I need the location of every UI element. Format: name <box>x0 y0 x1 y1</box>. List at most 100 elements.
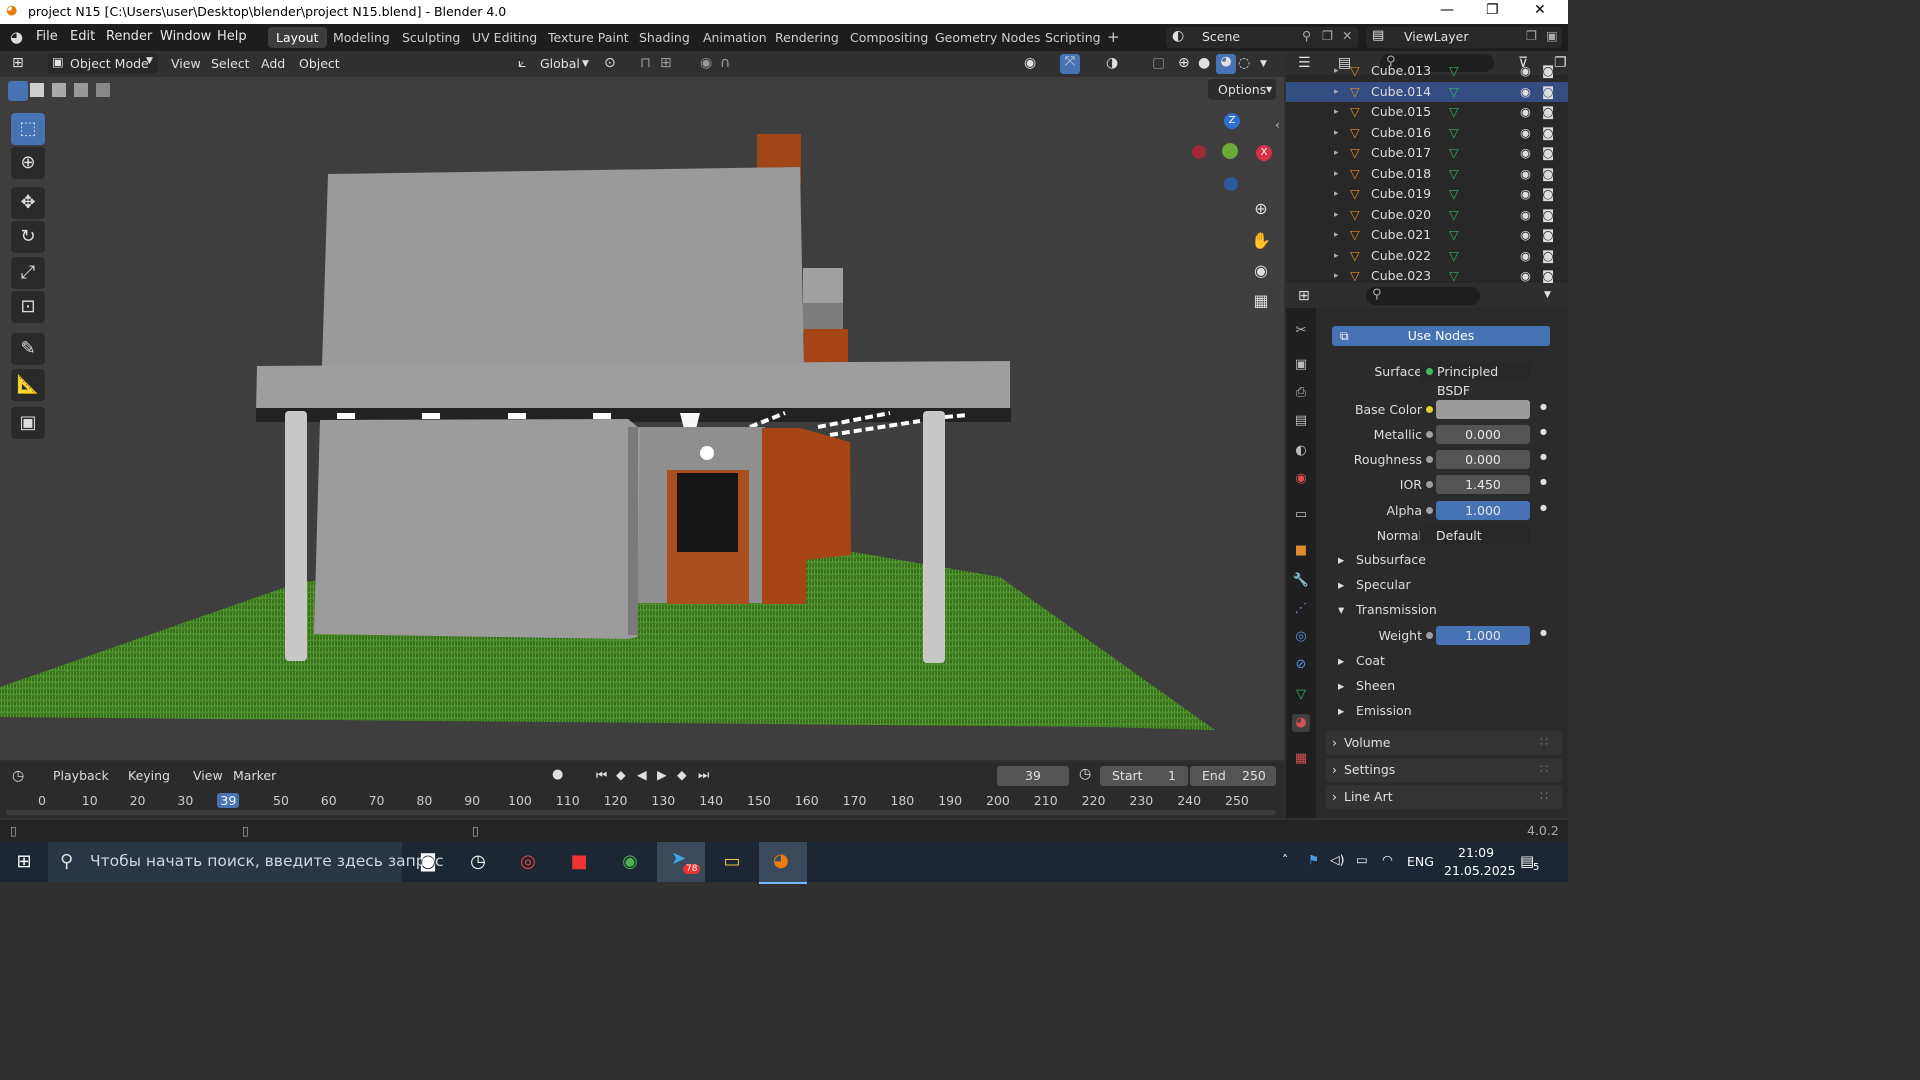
drag-handle-icon[interactable]: ∷ <box>1540 761 1548 776</box>
telegram-icon[interactable]: ➤ 78 <box>657 842 705 882</box>
solid-shading-icon[interactable]: ● <box>1198 55 1210 71</box>
eye-icon[interactable]: ◉ <box>1520 123 1531 143</box>
menu-window[interactable]: Window <box>160 29 211 44</box>
tab-geometry-nodes[interactable]: Geometry Nodes <box>927 27 1048 48</box>
volume-icon[interactable]: ◁) <box>1330 852 1345 867</box>
subsurface-section[interactable]: Subsurface <box>1356 552 1426 567</box>
rendered-shading-icon[interactable]: ◌ <box>1238 55 1250 71</box>
expand-arrow-icon[interactable]: ▸ <box>1334 82 1339 102</box>
cursor-tool-icon[interactable]: ⊕ <box>11 147 45 179</box>
transmission-section[interactable]: Transmission <box>1356 602 1437 617</box>
expand-arrow-icon[interactable]: ▸ <box>1334 61 1339 81</box>
camera-render-icon[interactable]: ◙ <box>1542 102 1554 122</box>
shader-field-value[interactable]: 0.000 <box>1436 450 1530 469</box>
3d-viewport[interactable]: ⬚ ⊕ ✥ ↻ ⤢ ⊡ ✎ 📐 ▣ Options ▼ ‹ Z X ⊕ ✋ ◉ … <box>0 77 1284 760</box>
battery-icon[interactable]: ▭ <box>1356 852 1368 867</box>
clock-time[interactable]: 21:09 <box>1458 845 1494 860</box>
snap-target-icon[interactable]: ⊞ <box>660 55 672 71</box>
expand-arrow-icon[interactable]: ▸ <box>1334 102 1339 122</box>
outliner-row[interactable]: ▸ ▽ Cube.016 ▽ ◉ ◙ <box>1286 123 1568 143</box>
delete-scene-icon[interactable]: ✕ <box>1342 28 1352 43</box>
keyframe-dot-icon[interactable]: ● <box>1540 452 1547 461</box>
tab-animation[interactable]: Animation <box>695 27 775 48</box>
chrome-icon[interactable]: ◉ <box>606 842 654 882</box>
add-workspace-button[interactable]: + <box>1107 28 1120 46</box>
keyframe-dot-icon[interactable]: ● <box>1540 628 1547 637</box>
zoom-icon[interactable]: ⊕ <box>1247 195 1275 223</box>
add-cube-tool-icon[interactable]: ▣ <box>11 407 45 439</box>
blender-menu-icon[interactable]: ◕ <box>10 28 23 46</box>
outliner-row[interactable]: ▸ ▽ Cube.013 ▽ ◉ ◙ <box>1286 61 1568 81</box>
camera-render-icon[interactable]: ◙ <box>1542 205 1554 225</box>
expand-arrow-icon[interactable]: ▸ <box>1334 164 1339 184</box>
tab-sculpting[interactable]: Sculpting <box>394 27 468 48</box>
tray-app-icon[interactable]: ⚑ <box>1308 852 1319 867</box>
gizmo-x-axis[interactable]: X <box>1256 145 1272 161</box>
chevron-down-icon[interactable]: ▼ <box>1260 59 1267 69</box>
add-menu[interactable]: Add <box>261 56 285 71</box>
expand-arrow-icon[interactable]: ▸ <box>1334 266 1339 283</box>
keyframe-dot-icon[interactable]: ● <box>1540 503 1547 512</box>
line-art-panel[interactable]: › Line Art ∷ <box>1326 785 1562 809</box>
wifi-icon[interactable]: ◠ <box>1382 852 1393 867</box>
proportional-edit-icon[interactable]: ◉ <box>700 55 712 71</box>
subsection-open-arrow-icon[interactable]: ▾ <box>1338 602 1344 617</box>
maximize-button[interactable]: ❐ <box>1486 2 1499 18</box>
camera-render-icon[interactable]: ◙ <box>1542 246 1554 266</box>
overlay-toggle-icon[interactable]: ◑ <box>1106 55 1118 71</box>
expand-arrow-icon[interactable]: ▸ <box>1334 246 1339 266</box>
camera-render-icon[interactable]: ◙ <box>1542 143 1554 163</box>
transform-tool-icon[interactable]: ⊡ <box>11 291 45 323</box>
menu-file[interactable]: File <box>36 29 58 44</box>
outliner-row[interactable]: ▸ ▽ Cube.021 ▽ ◉ ◙ <box>1286 225 1568 245</box>
shader-field-value[interactable]: 0.000 <box>1436 425 1530 444</box>
eye-icon[interactable]: ◉ <box>1520 82 1531 102</box>
perspective-grid-icon[interactable]: ▦ <box>1247 287 1275 315</box>
tab-compositing[interactable]: Compositing <box>842 27 936 48</box>
menu-edit[interactable]: Edit <box>70 29 95 44</box>
weight-field[interactable]: 1.000 <box>1436 626 1530 645</box>
menu-help[interactable]: Help <box>217 29 247 44</box>
camera-view-icon[interactable]: ◉ <box>1247 257 1275 285</box>
menu-render[interactable]: Render <box>106 29 152 44</box>
keyframe-dot-icon[interactable]: ● <box>1540 427 1547 436</box>
shader-field-value[interactable]: Default <box>1420 526 1530 545</box>
windows-start-icon[interactable]: ⊞ <box>0 842 48 882</box>
view-menu[interactable]: View <box>171 56 201 71</box>
eye-icon[interactable]: ◉ <box>1520 61 1531 81</box>
tab-uv-editing[interactable]: UV Editing <box>464 27 545 48</box>
gizmo-y-axis[interactable] <box>1222 143 1238 159</box>
camera-render-icon[interactable]: ◙ <box>1542 184 1554 204</box>
subsection-arrow-icon[interactable]: ▸ <box>1338 577 1344 592</box>
volume-panel[interactable]: › Volume ∷ <box>1326 731 1562 755</box>
camera-render-icon[interactable]: ◙ <box>1542 82 1554 102</box>
drag-handle-icon[interactable]: ∷ <box>1540 788 1548 803</box>
measure-tool-icon[interactable]: 📐 <box>11 369 45 401</box>
navigation-gizmo[interactable]: Z X <box>1180 107 1280 197</box>
camera-render-icon[interactable]: ◙ <box>1542 61 1554 81</box>
drag-handle-icon[interactable]: ∷ <box>1540 734 1548 749</box>
keyframe-dot-icon[interactable]: ● <box>1540 402 1547 411</box>
material-preview-shading-icon[interactable]: ◕ <box>1216 54 1236 74</box>
mode-dropdown[interactable]: ▣ Object Mode ▼ <box>48 53 158 74</box>
outliner-row[interactable]: ▸ ▽ Cube.023 ▽ ◉ ◙ <box>1286 266 1568 283</box>
move-tool-icon[interactable]: ✥ <box>11 187 45 219</box>
new-view-layer-icon[interactable]: ❐ <box>1526 28 1537 43</box>
eye-icon[interactable]: ◉ <box>1520 184 1531 204</box>
specular-section[interactable]: Specular <box>1356 577 1411 592</box>
shader-field-value[interactable] <box>1436 400 1530 419</box>
taskbar-search-box[interactable]: ⚲ Чтобы начать поиск, введите здесь запр… <box>48 842 444 882</box>
subsection-arrow-icon[interactable]: ▸ <box>1338 552 1344 567</box>
clock-app-icon[interactable]: ◷ <box>454 842 502 882</box>
camera-render-icon[interactable]: ◙ <box>1542 225 1554 245</box>
gizmo-toggle-icon[interactable]: ⤧ <box>1060 54 1080 74</box>
tab-modeling[interactable]: Modeling <box>325 27 398 48</box>
sheen-section[interactable]: Sheen <box>1356 678 1395 693</box>
expand-arrow-icon[interactable]: ▸ <box>1334 123 1339 143</box>
tab-rendering[interactable]: Rendering <box>767 27 847 48</box>
gizmo-z-axis[interactable]: Z <box>1224 113 1240 129</box>
select-box-tool-icon[interactable]: ⬚ <box>11 113 45 145</box>
camera-render-icon[interactable]: ◙ <box>1542 123 1554 143</box>
expand-arrow-icon[interactable]: ▸ <box>1334 205 1339 225</box>
visibility-icon[interactable]: ◉ <box>1024 55 1036 71</box>
